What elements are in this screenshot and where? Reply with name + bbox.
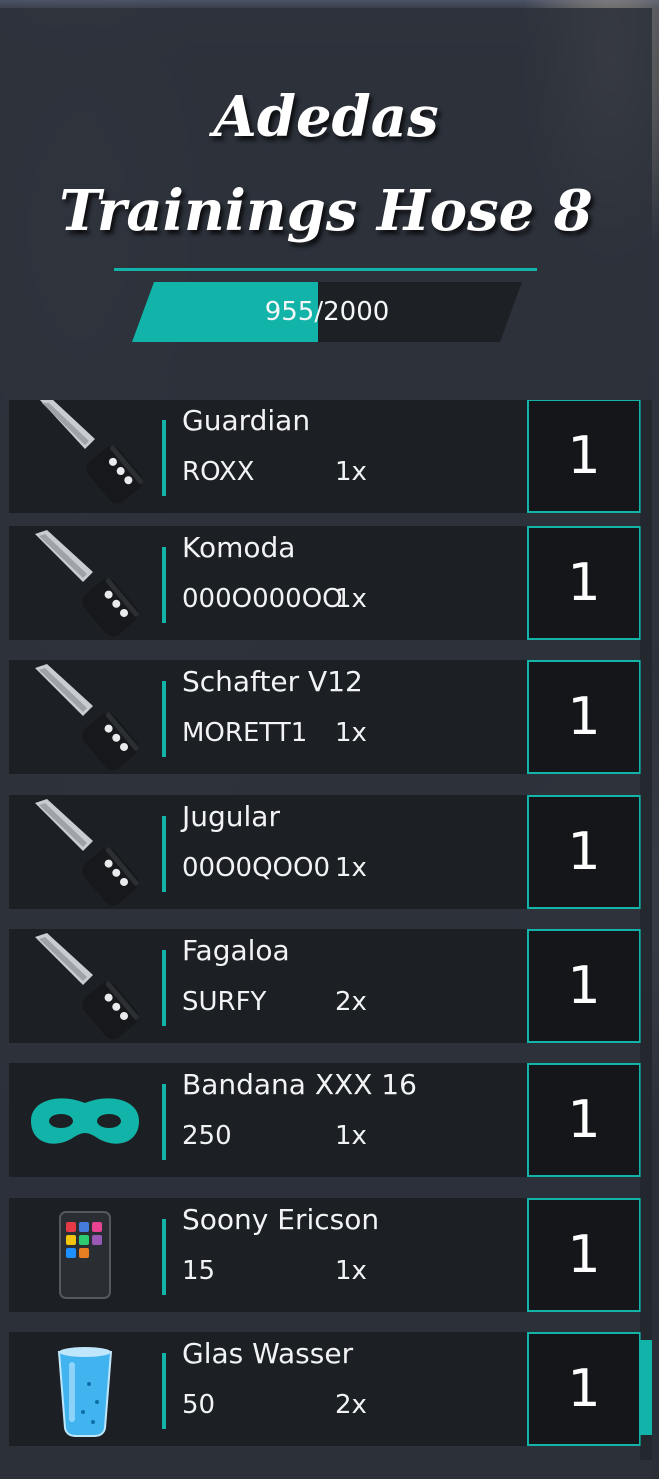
car-key-icon: [9, 660, 159, 774]
item-divider: [162, 1353, 166, 1429]
item-count: 2x: [335, 987, 367, 1017]
inventory-slot[interactable]: Schafter V12 MORETT1 1x 1: [9, 660, 641, 774]
inventory-slot[interactable]: Guardian ROXX 1x 1: [9, 400, 641, 513]
car-key-icon: [9, 400, 159, 513]
inventory-slot[interactable]: Komoda 000O000OO 1x 1: [9, 526, 641, 640]
car-key-icon: [9, 795, 159, 909]
item-count: 1x: [335, 718, 367, 748]
item-count: 1x: [335, 1256, 367, 1286]
car-key-icon: [9, 526, 159, 640]
item-name: Fagaloa: [182, 934, 290, 967]
inventory-list: Guardian ROXX 1x 1 Komoda 000O000OO 1x 1: [0, 400, 652, 1460]
inventory-slot[interactable]: Jugular 00O0QOO0 1x 1: [9, 795, 641, 909]
item-detail: MORETT1: [182, 718, 308, 748]
item-name: Jugular: [182, 800, 280, 833]
inventory-slot[interactable]: Bandana XXX 16 250 1x 1: [9, 1063, 641, 1177]
item-divider: [162, 420, 166, 496]
item-quantity-box[interactable]: 1: [527, 929, 641, 1043]
item-quantity-box[interactable]: 1: [527, 1332, 641, 1446]
item-quantity-box[interactable]: 1: [527, 1198, 641, 1312]
item-detail: 00O0QOO0: [182, 853, 331, 883]
item-count: 1x: [335, 853, 367, 883]
item-detail: 50: [182, 1390, 216, 1420]
item-count: 2x: [335, 1390, 367, 1420]
item-count: 1x: [335, 584, 367, 614]
water-glass-icon: [9, 1332, 159, 1446]
inventory-slot[interactable]: Glas Wasser 50 2x 1: [9, 1332, 641, 1446]
item-quantity-box[interactable]: 1: [527, 400, 641, 513]
inventory-scrollbar[interactable]: [640, 400, 652, 1460]
item-quantity-box[interactable]: 1: [527, 1063, 641, 1177]
inventory-scrollbar-thumb[interactable]: [640, 1340, 652, 1435]
inventory-slot[interactable]: Fagaloa SURFY 2x 1: [9, 929, 641, 1043]
item-name: Glas Wasser: [182, 1337, 354, 1370]
phone-icon: [9, 1198, 159, 1312]
weight-progress-text: 955/2000: [264, 297, 390, 327]
item-detail: 15: [182, 1256, 216, 1286]
item-name: Soony Ericson: [182, 1203, 380, 1236]
item-divider: [162, 547, 166, 623]
item-name: Schafter V12: [182, 665, 363, 698]
item-detail: 000O000OO: [182, 584, 343, 614]
car-key-icon: [9, 929, 159, 1043]
item-divider: [162, 681, 166, 757]
item-quantity-box[interactable]: 1: [527, 660, 641, 774]
inventory-slot[interactable]: Soony Ericson 15 1x 1: [9, 1198, 641, 1312]
item-count: 1x: [335, 1121, 367, 1151]
item-detail: 250: [182, 1121, 232, 1151]
item-name: Komoda: [182, 531, 296, 564]
item-detail: ROXX: [182, 457, 255, 487]
item-divider: [162, 950, 166, 1026]
item-title-line-1: Adedas: [213, 84, 439, 150]
item-divider: [162, 816, 166, 892]
mask-icon: [9, 1063, 159, 1177]
weight-progress-bar: 955/2000: [132, 282, 522, 342]
item-title-line-2: Trainings Hose 8: [59, 178, 593, 244]
item-name: Bandana XXX 16: [182, 1068, 417, 1101]
inventory-header: Adedas Trainings Hose 8 955/2000: [0, 0, 652, 392]
item-divider: [162, 1084, 166, 1160]
title-underline: [114, 268, 537, 271]
item-count: 1x: [335, 457, 367, 487]
item-name: Guardian: [182, 404, 311, 437]
item-detail: SURFY: [182, 987, 267, 1017]
item-quantity-box[interactable]: 1: [527, 526, 641, 640]
item-quantity-box[interactable]: 1: [527, 795, 641, 909]
item-title: Adedas Trainings Hose 8: [0, 70, 652, 258]
item-divider: [162, 1219, 166, 1295]
